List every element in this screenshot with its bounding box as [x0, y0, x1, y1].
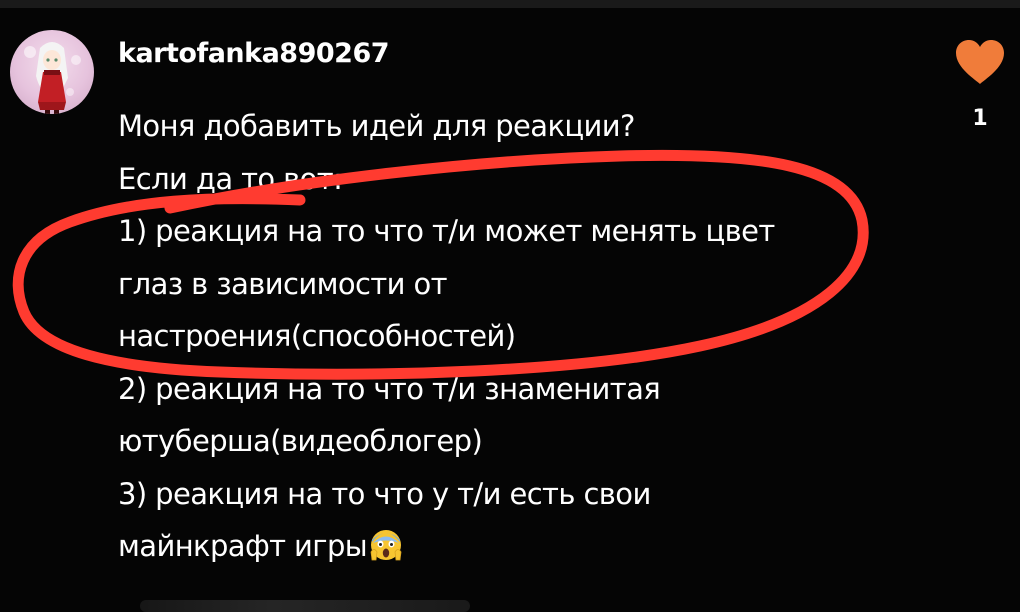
like-button[interactable] [954, 38, 1006, 86]
comment-line: глаз в зависимости от [118, 266, 448, 301]
comment-line: Моня добавить идей для реакции? [118, 109, 635, 143]
next-comment-preview [140, 600, 470, 612]
comment-line: Если да то вот: [118, 161, 343, 196]
comment-line: 1) реакция на то что т/и может менять цв… [118, 214, 775, 248]
comment-line-last: майнкрафт игры [118, 520, 918, 579]
comment-line: ютуберша(видеоблогер) [118, 424, 483, 458]
comment-screen: kartofanka890267 Моня добавить идей для … [0, 0, 1020, 612]
screaming-face-icon [369, 526, 403, 579]
like-count: 1 [972, 106, 988, 131]
avatar[interactable] [10, 30, 94, 114]
username[interactable]: kartofanka890267 [118, 38, 390, 69]
comment-line-text: майнкрафт игры [118, 529, 368, 563]
comment-body: Моня добавить идей для реакции? Если да … [118, 100, 918, 579]
heart-icon [956, 40, 1004, 84]
anime-girl-avatar-icon [24, 42, 81, 114]
comment-line: 3) реакция на то что у т/и есть свои [118, 476, 651, 511]
comment-line: 2) реакция на то что т/и знаменитая [118, 371, 661, 406]
comment-line: настроения(способностей) [118, 319, 516, 353]
top-divider [0, 0, 1020, 8]
